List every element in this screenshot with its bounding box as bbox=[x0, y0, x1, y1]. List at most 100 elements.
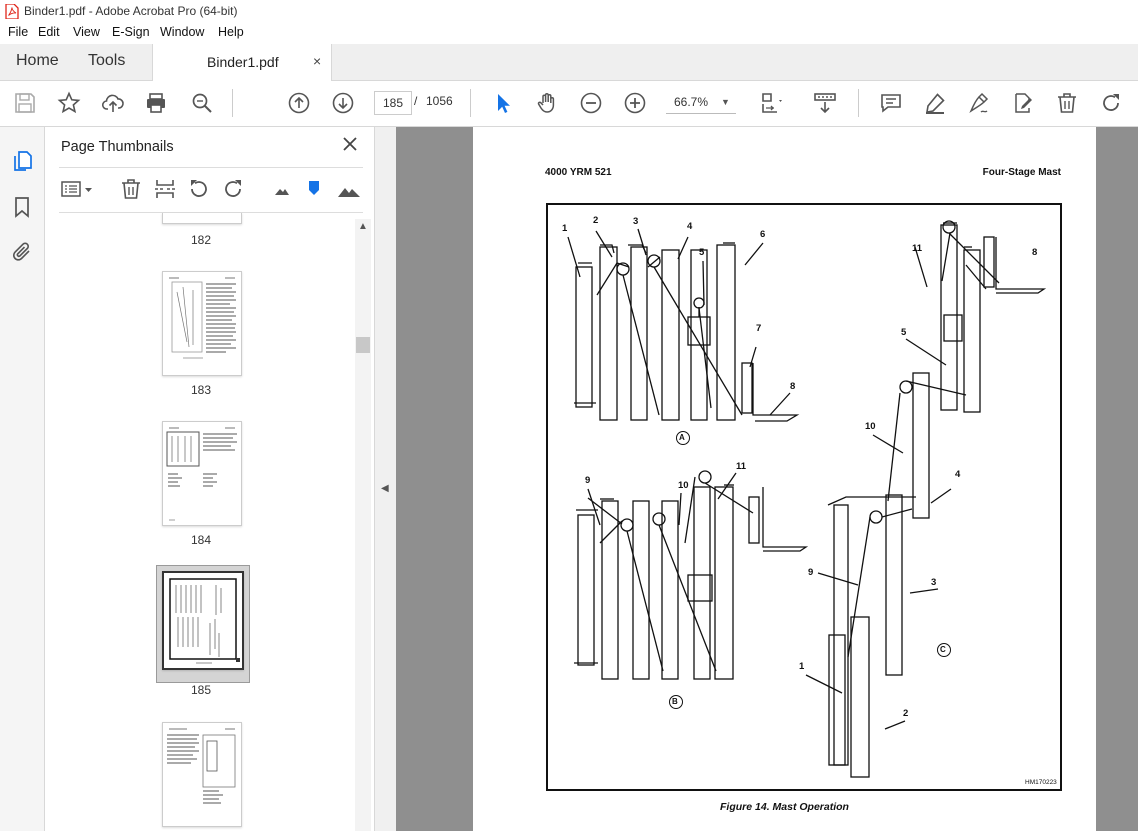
callout-b-9: 9 bbox=[585, 475, 591, 486]
zoom-level-select[interactable]: 66.7% ▼ bbox=[666, 91, 736, 114]
zoom-in-icon[interactable] bbox=[623, 91, 647, 115]
callout-c-8: 8 bbox=[1032, 247, 1038, 258]
zoom-out-icon[interactable] bbox=[579, 91, 603, 115]
rotate-icon[interactable] bbox=[1099, 91, 1123, 115]
thumbnail-size-small-icon[interactable] bbox=[273, 177, 291, 201]
document-view[interactable]: 4000 YRM 521 Four-Stage Mast 1 2 3 4 5 6… bbox=[396, 127, 1138, 831]
tab-tools[interactable]: Tools bbox=[88, 52, 125, 70]
callout-a-6: 6 bbox=[760, 229, 766, 240]
page-down-icon[interactable] bbox=[331, 91, 355, 115]
toolbar-divider bbox=[232, 89, 233, 117]
thumbnail-label: 182 bbox=[190, 233, 212, 247]
select-pointer-icon[interactable] bbox=[491, 91, 515, 115]
comment-icon[interactable] bbox=[879, 91, 903, 115]
toolbar-divider bbox=[470, 89, 471, 117]
thumbnail-label: 185 bbox=[190, 683, 212, 697]
print-icon[interactable] bbox=[144, 91, 168, 115]
rotate-clockwise-icon[interactable] bbox=[221, 177, 245, 201]
thumbnail-label: 184 bbox=[190, 533, 212, 547]
highlight-icon[interactable] bbox=[923, 91, 947, 115]
thumbnail-page-186[interactable] bbox=[162, 722, 242, 827]
pdf-page: 4000 YRM 521 Four-Stage Mast 1 2 3 4 5 6… bbox=[473, 127, 1096, 831]
document-tab-label: Binder1.pdf bbox=[207, 54, 279, 70]
page-up-icon[interactable] bbox=[287, 91, 311, 115]
panel-title: Page Thumbnails bbox=[61, 139, 174, 155]
page-thumbnails-panel: Page Thumbnails 182 183 184 185 ▲ bbox=[45, 127, 375, 831]
callout-c-1: 1 bbox=[799, 661, 805, 672]
attachment-icon[interactable] bbox=[10, 240, 34, 264]
menu-window[interactable]: Window bbox=[160, 25, 204, 39]
hand-icon[interactable] bbox=[535, 91, 559, 115]
rotate-counterclockwise-icon[interactable] bbox=[187, 177, 211, 201]
title-bar: Binder1.pdf - Adobe Acrobat Pro (64-bit) bbox=[0, 0, 1138, 23]
find-icon[interactable] bbox=[190, 91, 214, 115]
thumbnail-page-184[interactable] bbox=[162, 421, 242, 526]
split-pages-icon[interactable] bbox=[153, 177, 177, 201]
menu-view[interactable]: View bbox=[73, 25, 100, 39]
upload-icon[interactable] bbox=[101, 91, 125, 115]
edit-pdf-icon[interactable] bbox=[1011, 91, 1035, 115]
scroll-up-icon[interactable]: ▲ bbox=[358, 221, 368, 232]
save-icon[interactable] bbox=[13, 91, 37, 115]
callout-c-3: 3 bbox=[931, 577, 937, 588]
window-title: Binder1.pdf - Adobe Acrobat Pro (64-bit) bbox=[24, 4, 238, 18]
toolbar-divider bbox=[858, 89, 859, 117]
tab-bar: Home Tools Binder1.pdf × bbox=[0, 44, 1138, 81]
callout-b-11: 11 bbox=[736, 461, 747, 472]
scrollbar-thumb[interactable] bbox=[356, 337, 370, 353]
thumbnail-label: 183 bbox=[190, 383, 212, 397]
zoom-level-value: 66.7% bbox=[674, 95, 709, 109]
panel-collapse-strip[interactable]: ◀ bbox=[375, 127, 396, 831]
collapse-panel-icon[interactable]: ◀ bbox=[381, 483, 389, 494]
mast-operation-figure: 1 2 3 4 5 6 7 8 A 9 10 11 B 11 8 5 10 4 … bbox=[546, 203, 1062, 791]
close-panel-icon[interactable] bbox=[341, 135, 359, 153]
mast-diagram bbox=[567, 220, 1047, 778]
delete-icon[interactable] bbox=[1055, 91, 1079, 115]
thumbnail-page-183[interactable] bbox=[162, 271, 242, 376]
sign-icon[interactable] bbox=[967, 91, 991, 115]
page-header-left: 4000 YRM 521 bbox=[545, 167, 612, 178]
close-tab-icon[interactable]: × bbox=[313, 53, 321, 69]
thumbnail-scrollbar[interactable]: ▲ bbox=[355, 219, 371, 831]
tab-home[interactable]: Home bbox=[16, 52, 59, 70]
page-thumbnails-icon[interactable] bbox=[10, 149, 34, 173]
callout-b-10: 10 bbox=[678, 480, 689, 491]
menu-help[interactable]: Help bbox=[218, 25, 244, 39]
menu-esign[interactable]: E-Sign bbox=[112, 25, 150, 39]
figure-caption: Figure 14. Mast Operation bbox=[720, 801, 849, 813]
scroll-mode-icon[interactable] bbox=[813, 91, 837, 115]
view-label-a: A bbox=[679, 433, 685, 442]
callout-c-9: 9 bbox=[808, 567, 814, 578]
callout-c-5: 5 bbox=[901, 327, 907, 338]
callout-c-11: 11 bbox=[912, 243, 923, 254]
tab-document[interactable]: Binder1.pdf × bbox=[152, 44, 332, 81]
star-icon[interactable] bbox=[57, 91, 81, 115]
bookmark-icon[interactable] bbox=[10, 195, 34, 219]
figure-code: HM170223 bbox=[1025, 779, 1057, 786]
thumbnail-size-slider[interactable] bbox=[306, 177, 322, 201]
callout-a-8: 8 bbox=[790, 381, 796, 392]
callout-c-10: 10 bbox=[865, 421, 876, 432]
delete-pages-icon[interactable] bbox=[119, 177, 143, 201]
thumbnail-page-182[interactable] bbox=[162, 213, 242, 224]
callout-a-2: 2 bbox=[593, 215, 599, 226]
thumbnail-size-large-icon[interactable] bbox=[337, 177, 361, 201]
page-total: 1056 bbox=[426, 94, 453, 108]
callout-a-4: 4 bbox=[687, 221, 693, 232]
callout-c-2: 2 bbox=[903, 708, 909, 719]
thumbnail-page-185[interactable] bbox=[162, 571, 244, 670]
page-number-input[interactable]: 185 bbox=[374, 91, 412, 115]
page-header-right: Four-Stage Mast bbox=[982, 167, 1061, 178]
view-label-c: C bbox=[940, 645, 946, 654]
acrobat-app-icon bbox=[5, 4, 19, 19]
menu-file[interactable]: File bbox=[8, 25, 28, 39]
left-rail bbox=[0, 127, 45, 831]
callout-a-5: 5 bbox=[699, 247, 705, 258]
fit-page-icon[interactable] bbox=[760, 91, 784, 115]
menu-edit[interactable]: Edit bbox=[38, 25, 60, 39]
menu-bar: File Edit View E-Sign Window Help bbox=[0, 23, 1138, 44]
view-label-b: B bbox=[672, 697, 678, 706]
callout-a-7: 7 bbox=[756, 323, 762, 334]
page-separator: / bbox=[414, 94, 418, 108]
thumbnail-options-icon[interactable] bbox=[61, 177, 95, 201]
